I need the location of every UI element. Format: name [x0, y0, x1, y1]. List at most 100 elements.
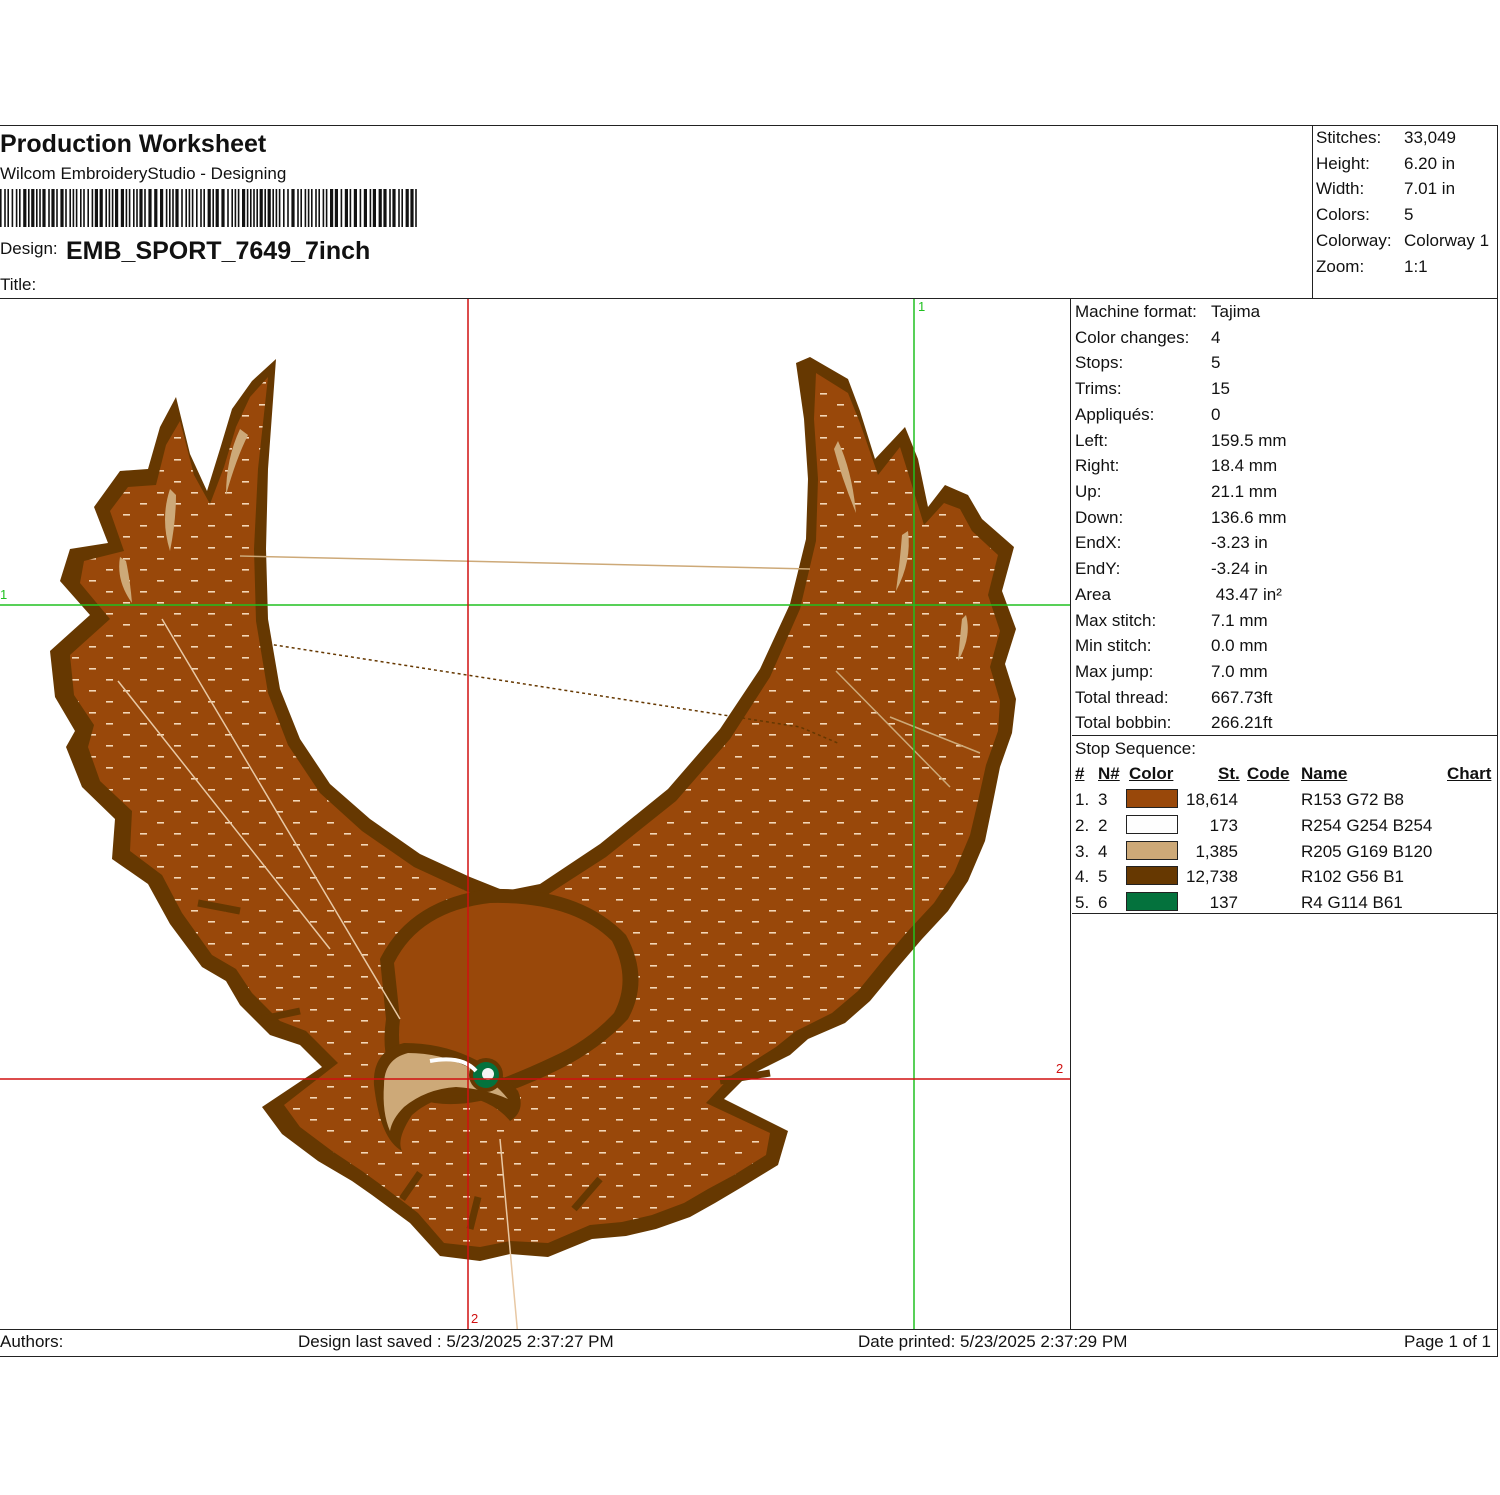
column-header-name: Name: [1301, 764, 1348, 783]
row-needle: 4: [1098, 842, 1108, 861]
title-label: Title:: [0, 275, 37, 294]
summary-value: 1:1: [1404, 257, 1428, 276]
color-swatch: [1126, 841, 1178, 860]
column-header-stitches: St.: [1218, 764, 1240, 783]
info-value: 21.1 mm: [1211, 482, 1278, 501]
info-label: Stops:: [1075, 353, 1124, 372]
column-header-needle: N#: [1098, 764, 1120, 783]
info-value: Tajima: [1211, 302, 1261, 321]
row-num: 3.: [1075, 842, 1090, 861]
column-header-chart: Chart: [1447, 764, 1492, 783]
guide-mark-green-top: 1: [918, 299, 926, 314]
summary-label: Colorway:: [1316, 231, 1392, 250]
summary-value: Colorway 1: [1404, 231, 1490, 250]
row-num: 2.: [1075, 816, 1090, 835]
row-stitches: 12,738: [1186, 867, 1238, 886]
info-value: 667.73ft: [1211, 688, 1273, 707]
column-header-num: #: [1075, 764, 1085, 783]
summary-label: Zoom:: [1316, 257, 1365, 276]
eye-highlight-shape: [482, 1068, 494, 1080]
info-label: Total thread:: [1075, 688, 1169, 707]
software-name: Wilcom EmbroideryStudio - Designing: [0, 164, 287, 183]
color-swatch: [1126, 866, 1178, 885]
eagle-design-image: [0, 299, 1070, 1329]
design-label: Design:: [0, 239, 58, 258]
row-needle: 3: [1098, 790, 1108, 809]
summary-panel: Stitches: 33,049 Height: 6.20 in Width: …: [1312, 126, 1498, 298]
info-label: Trims:: [1075, 379, 1122, 398]
row-stitches: 18,614: [1186, 790, 1238, 809]
info-label: Area: [1075, 585, 1111, 604]
info-label: Machine format:: [1075, 302, 1197, 321]
info-label: Appliqués:: [1075, 405, 1155, 424]
info-value: 7.1 mm: [1211, 611, 1268, 630]
row-num: 4.: [1075, 867, 1090, 886]
summary-label: Width:: [1316, 179, 1365, 198]
stop-sequence-title: Stop Sequence:: [1075, 739, 1196, 758]
info-label: EndX:: [1075, 533, 1122, 552]
row-color-name: R102 G56 B1: [1301, 867, 1405, 886]
info-value: 5: [1211, 353, 1221, 372]
info-label: Color changes:: [1075, 328, 1190, 347]
production-worksheet: Production Worksheet Wilcom EmbroiderySt…: [0, 125, 1498, 1357]
column-header-code: Code: [1247, 764, 1290, 783]
summary-label: Stitches:: [1316, 128, 1382, 147]
row-needle: 6: [1098, 893, 1108, 912]
stitch-texture-shape: [70, 373, 1000, 1247]
summary-label: Colors:: [1316, 205, 1370, 224]
guide-mark-red-bottom: 2: [471, 1311, 479, 1326]
info-value: 18.4 mm: [1211, 456, 1278, 475]
row-stitches: 173: [1209, 816, 1238, 835]
info-label: Left:: [1075, 431, 1109, 450]
info-value: 159.5 mm: [1211, 431, 1287, 450]
page-number: Page 1 of 1: [1404, 1332, 1491, 1351]
info-label: Up:: [1075, 482, 1102, 501]
column-header-color: Color: [1129, 764, 1174, 783]
worksheet-title: Production Worksheet: [0, 130, 267, 158]
date-printed-text: Date printed: 5/23/2025 2:37:29 PM: [858, 1332, 1128, 1351]
row-color-name: R205 G169 B120: [1301, 842, 1433, 861]
authors-label: Authors:: [0, 1332, 64, 1351]
info-value: 0.0 mm: [1211, 636, 1268, 655]
summary-value: 6.20 in: [1404, 154, 1456, 173]
footer-divider: [0, 1329, 1497, 1330]
info-label: Right:: [1075, 456, 1120, 475]
jump-line-shape: [239, 555, 811, 570]
guide-mark-red-right: 2: [1056, 1061, 1064, 1076]
row-stitches: 137: [1209, 893, 1238, 912]
summary-label: Height:: [1316, 154, 1370, 173]
info-label: Down:: [1075, 508, 1124, 527]
row-num: 5.: [1075, 893, 1090, 912]
row-stitches: 1,385: [1195, 842, 1238, 861]
info-value: -3.24 in: [1211, 559, 1268, 578]
row-color-name: R4 G114 B61: [1301, 893, 1403, 912]
info-value: -3.23 in: [1211, 533, 1268, 552]
row-needle: 2: [1098, 816, 1108, 835]
info-label: Max stitch:: [1075, 611, 1157, 630]
color-swatch: [1126, 892, 1178, 911]
design-canvas: 1 1 2 2: [0, 299, 1071, 1329]
row-color-name: R153 G72 B8: [1301, 790, 1405, 809]
guide-mark-green-left: 1: [0, 587, 8, 602]
summary-value: 5: [1404, 205, 1414, 224]
design-name: EMB_SPORT_7649_7inch: [66, 237, 371, 265]
row-color-name: R254 G254 B254: [1301, 816, 1433, 835]
info-panel: Machine format: Tajima Color changes: 4 …: [1072, 299, 1497, 1329]
row-needle: 5: [1098, 867, 1108, 886]
info-value: 136.6 mm: [1211, 508, 1287, 527]
info-label: Max jump:: [1075, 662, 1154, 681]
summary-value: 33,049: [1404, 128, 1456, 147]
summary-value: 7.01 in: [1404, 179, 1456, 198]
info-label: Min stitch:: [1075, 636, 1152, 655]
last-saved-text: Design last saved : 5/23/2025 2:37:27 PM: [298, 1332, 614, 1351]
info-value: 15: [1211, 379, 1230, 398]
info-divider: [1072, 735, 1497, 736]
info-label: EndY:: [1075, 559, 1121, 578]
color-swatch: [1126, 815, 1178, 834]
info-divider: [1072, 913, 1497, 914]
barcode-image: [0, 189, 417, 227]
info-value: 4: [1211, 328, 1221, 347]
info-value: 0: [1211, 405, 1221, 424]
info-value: 7.0 mm: [1211, 662, 1268, 681]
row-num: 1.: [1075, 790, 1090, 809]
